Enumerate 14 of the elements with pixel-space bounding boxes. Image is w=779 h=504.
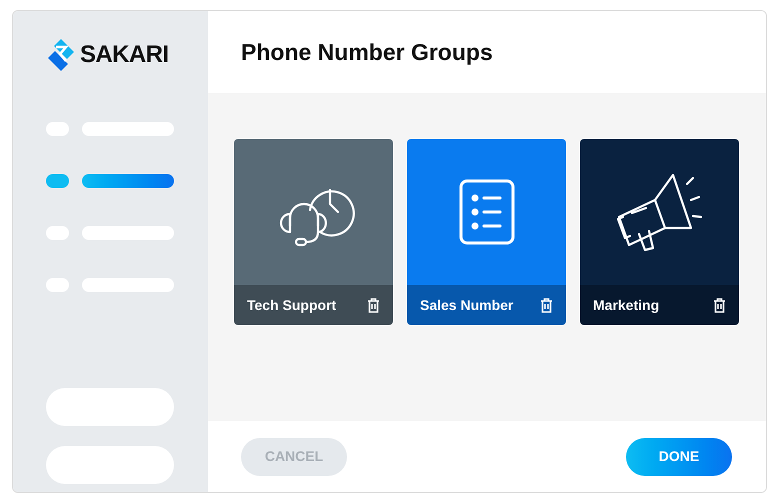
trash-icon[interactable] xyxy=(713,298,726,312)
group-card[interactable]: Marketing xyxy=(580,139,739,325)
group-card[interactable]: Sales Number xyxy=(407,139,566,325)
list-icon xyxy=(458,179,514,245)
group-name: Sales Number xyxy=(420,296,514,314)
trash-icon[interactable] xyxy=(367,298,380,312)
page-title: Phone Number Groups xyxy=(241,38,493,67)
group-name: Tech Support xyxy=(247,296,336,315)
logo-icon xyxy=(46,38,76,72)
trash-icon[interactable] xyxy=(540,298,553,312)
logo-text: SAKARI xyxy=(80,40,168,70)
megaphone-icon xyxy=(614,172,704,252)
group-card[interactable]: Tech Support xyxy=(234,139,393,325)
group-name: Marketing xyxy=(593,296,660,315)
